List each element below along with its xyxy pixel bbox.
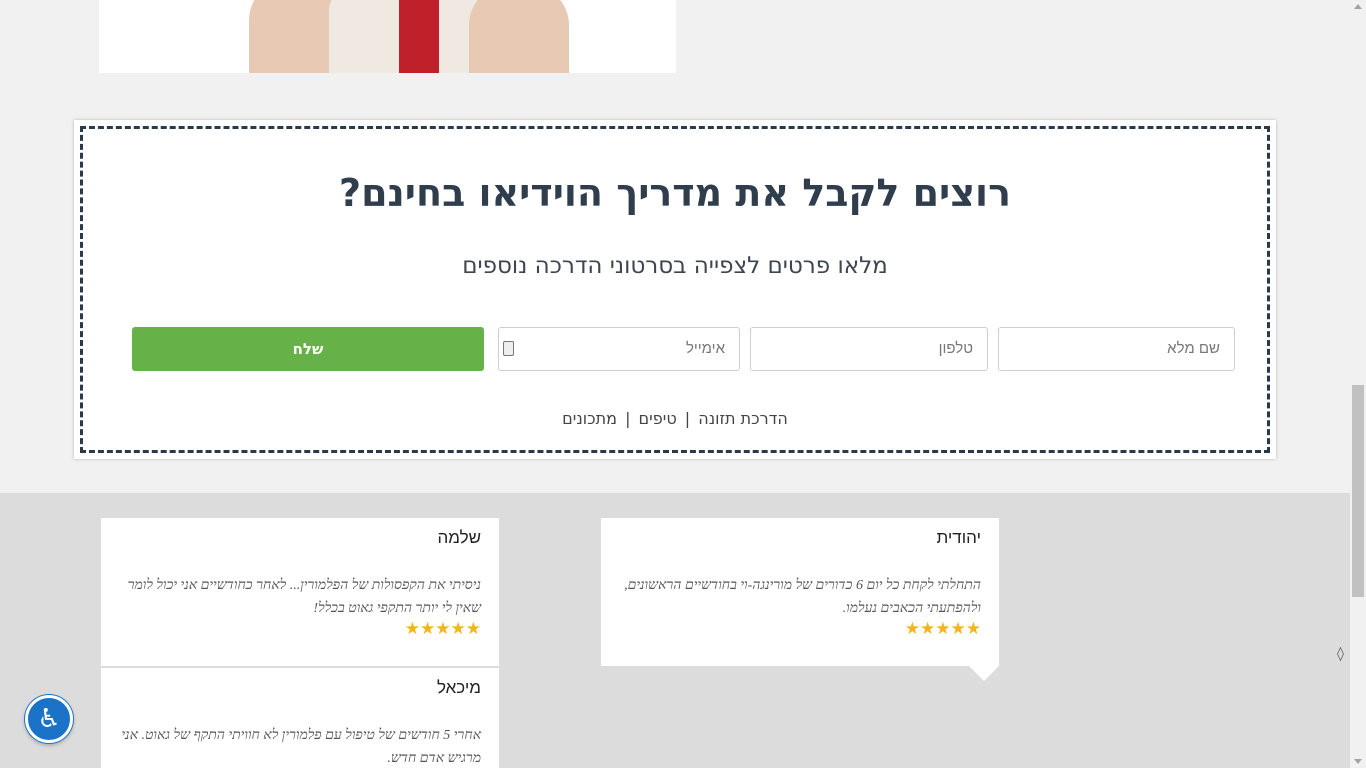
send-button[interactable]: שלח xyxy=(132,327,484,371)
email-placeholder: אימייל xyxy=(685,340,725,357)
phone-field[interactable]: טלפון xyxy=(750,327,988,371)
form-title: רוצים לקבל את מדריך הוידיאו בחינם? xyxy=(339,171,1011,215)
lead-form-border: רוצים לקבל את מדריך הוידיאו בחינם? מלאו … xyxy=(80,126,1270,453)
form-subtitle: מלאו פרטים לצפייה בסרטוני הדרכה נוספים xyxy=(462,253,888,279)
lead-form-card: רוצים לקבל את מדריך הוידיאו בחינם? מלאו … xyxy=(74,120,1276,459)
testimonial-author: שלמה xyxy=(437,528,481,547)
password-manager-icon[interactable] xyxy=(503,341,514,356)
testimonial-card: מיכאל אחרי 5 חודשים של טיפול עם פלמורין … xyxy=(101,668,499,768)
accessibility-button[interactable]: ♿ xyxy=(25,695,73,743)
testimonial-author: מיכאל xyxy=(436,678,481,697)
accessibility-icon: ♿ xyxy=(37,704,61,734)
scroll-down-icon[interactable] xyxy=(1354,759,1362,764)
tag-link-tips[interactable]: טיפים xyxy=(639,409,677,428)
tag-link-nutrition[interactable]: הדרכת תזונה xyxy=(698,409,788,428)
email-field[interactable]: אימייל xyxy=(498,327,740,371)
testimonial-quote: ניסיתי את הקפסולות של הפלמורין... לאחר כ… xyxy=(127,578,481,616)
full-name-field[interactable]: שם מלא xyxy=(998,327,1235,371)
vertical-scrollbar[interactable] xyxy=(1350,0,1366,768)
testimonial-card: יהודית התחלתי לקחת כל יום 6 כדורים של מו… xyxy=(601,518,999,666)
tag-links: הדרכת תזונה | טיפים | מתכונים xyxy=(83,409,1267,428)
testimonial-author: יהודית xyxy=(936,528,981,547)
scroll-thumb[interactable] xyxy=(1352,385,1364,597)
tag-link-recipes[interactable]: מתכונים xyxy=(562,409,617,428)
tag-separator: | xyxy=(625,409,631,428)
collapse-toggle-icon[interactable]: ◊ xyxy=(1337,646,1344,662)
testimonial-card: שלמה ניסיתי את הקפסולות של הפלמורין... ל… xyxy=(101,518,499,666)
testimonial-quote: התחלתי לקחת כל יום 6 כדורים של מורינגה-ו… xyxy=(624,578,981,616)
testimonial-pointer xyxy=(968,665,1000,681)
scroll-up-icon[interactable] xyxy=(1354,4,1362,9)
tag-separator: | xyxy=(684,409,691,428)
hero-image xyxy=(99,0,676,73)
star-rating-icon: ★★★★★ xyxy=(404,619,481,639)
testimonial-quote: אחרי 5 חודשים של טיפול עם פלמורין לא חוו… xyxy=(121,728,481,766)
star-rating-icon: ★★★★★ xyxy=(904,619,981,639)
